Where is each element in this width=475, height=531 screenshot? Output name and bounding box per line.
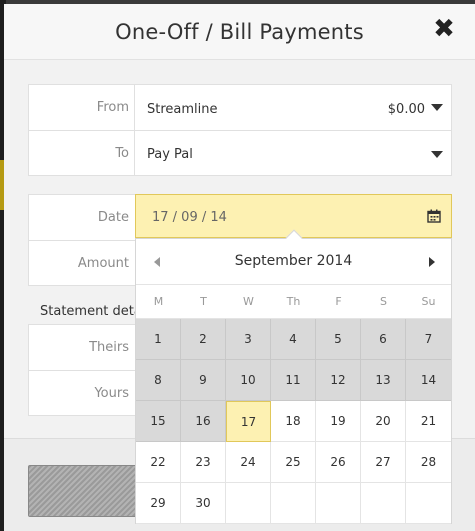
modal-title: One-Off / Bill Payments [115, 20, 364, 44]
date-label: Date [97, 210, 129, 225]
next-month-icon[interactable] [429, 257, 435, 267]
weekday-label: W [243, 295, 254, 308]
day-cell[interactable]: 13 [361, 360, 406, 401]
weekday-label: Su [421, 295, 436, 308]
chevron-down-icon[interactable] [431, 104, 443, 111]
yours-label: Yours [94, 386, 129, 401]
datepicker-header: September 2014 [136, 239, 451, 285]
day-cell[interactable]: 28 [406, 442, 451, 483]
weekday-label: Th [286, 295, 301, 308]
day-cell [226, 483, 271, 524]
weekday-label: S [380, 295, 387, 308]
from-row[interactable]: From Streamline $0.00 [29, 85, 451, 131]
to-row[interactable]: To Pay Pal [29, 131, 451, 176]
chevron-down-icon[interactable] [431, 151, 443, 158]
modal-header: One-Off / Bill Payments ✖ [4, 4, 475, 60]
day-cell[interactable]: 27 [361, 442, 406, 483]
day-cell [406, 483, 451, 524]
day-cell[interactable]: 22 [136, 442, 181, 483]
datepicker-popup: September 2014 M T W Th F S Su 1 2 3 4 5… [135, 229, 452, 524]
day-grid: 1 2 3 4 5 6 7 8 9 10 11 12 13 14 15 16 1… [136, 319, 451, 524]
day-cell[interactable]: 7 [406, 319, 451, 360]
day-cell[interactable]: 10 [226, 360, 271, 401]
day-cell[interactable]: 21 [406, 401, 451, 442]
from-label: From [96, 100, 129, 115]
submit-button[interactable] [28, 465, 148, 517]
day-cell[interactable]: 15 [136, 401, 181, 442]
day-cell[interactable]: 29 [136, 483, 181, 524]
weekday-label: M [153, 295, 164, 308]
date-value: 17 / 09 / 14 [152, 210, 227, 225]
calendar-icon[interactable] [427, 209, 441, 223]
day-cell[interactable]: 20 [361, 401, 406, 442]
close-icon[interactable]: ✖ [431, 16, 457, 42]
day-cell[interactable]: 18 [271, 401, 316, 442]
theirs-label: Theirs [89, 340, 129, 355]
day-cell [316, 483, 361, 524]
day-cell[interactable]: 19 [316, 401, 361, 442]
day-cell[interactable]: 4 [271, 319, 316, 360]
month-label: September 2014 [234, 253, 353, 269]
day-cell[interactable]: 25 [271, 442, 316, 483]
day-cell[interactable]: 6 [361, 319, 406, 360]
day-cell[interactable]: 11 [271, 360, 316, 401]
amount-label: Amount [77, 256, 129, 271]
day-cell[interactable]: 24 [226, 442, 271, 483]
from-balance: $0.00 [387, 102, 425, 117]
day-cell[interactable]: 3 [226, 319, 271, 360]
to-label: To [115, 146, 129, 161]
day-cell [361, 483, 406, 524]
payment-modal: One-Off / Bill Payments ✖ From Streamlin… [4, 4, 475, 531]
day-cell[interactable]: 14 [406, 360, 451, 401]
day-cell[interactable]: 8 [136, 360, 181, 401]
day-cell[interactable]: 26 [316, 442, 361, 483]
day-cell[interactable]: 30 [181, 483, 226, 524]
weekday-header: M T W Th F S Su [136, 285, 451, 319]
weekday-label: T [200, 295, 207, 308]
accounts-panel: From Streamline $0.00 To Pay Pal [28, 84, 452, 176]
day-cell[interactable]: 23 [181, 442, 226, 483]
day-cell[interactable]: 5 [316, 319, 361, 360]
to-account-value: Pay Pal [147, 147, 193, 162]
day-cell[interactable]: 17 [226, 401, 271, 442]
weekday-label: F [335, 295, 342, 308]
day-cell[interactable]: 12 [316, 360, 361, 401]
statement-details-heading: Statement deta [40, 304, 142, 319]
day-cell[interactable]: 2 [181, 319, 226, 360]
day-cell [271, 483, 316, 524]
day-cell[interactable]: 9 [181, 360, 226, 401]
day-cell[interactable]: 16 [181, 401, 226, 442]
day-cell[interactable]: 1 [136, 319, 181, 360]
from-account-value: Streamline [147, 102, 218, 117]
